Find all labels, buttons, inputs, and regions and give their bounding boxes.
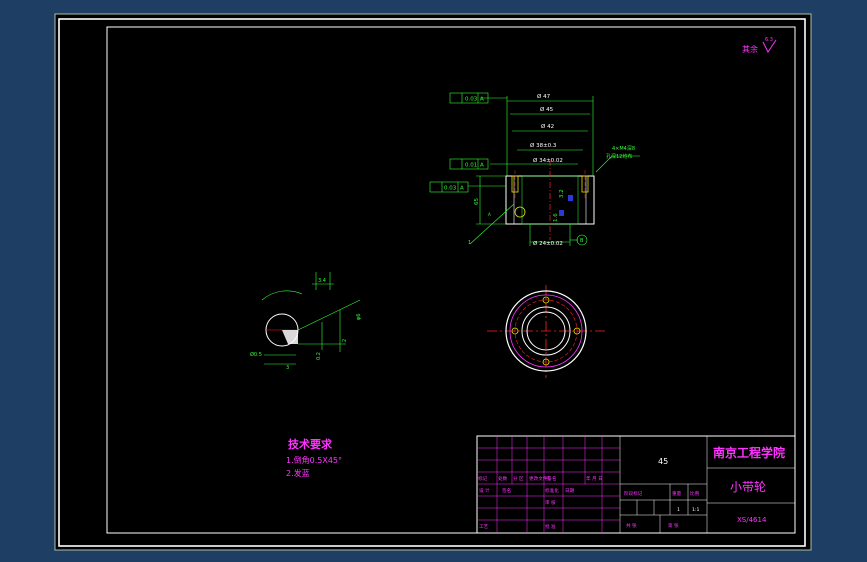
detail-d1: 3.4 [318, 278, 326, 284]
tb-sheets-total: 共 张 [626, 522, 637, 529]
perp-value: 0.01 [465, 163, 477, 169]
perp-datum: A [480, 163, 484, 169]
tb-part-name: 小带轮 [730, 480, 766, 494]
runout-left-datum: A [460, 186, 464, 192]
tb-scale-value: 1:1 [692, 507, 699, 513]
detail-d3: 2 [342, 339, 348, 342]
tb-weight: 重量 [672, 490, 682, 497]
tech-req-line-2: 2.发蓝 [286, 468, 310, 478]
tb-header-cell: 标记 [478, 475, 488, 482]
tb-signature: 签名 [502, 487, 511, 494]
tb-header-cell: 处数 [498, 475, 508, 482]
detail-d4: Ø0.5 [250, 351, 262, 358]
tb-designer: 设 计 [479, 487, 490, 494]
tb-school: 南京工程学院 [713, 445, 785, 460]
dim-v32: 3.2 [559, 189, 565, 198]
dim-d42: Ø 42 [541, 123, 554, 130]
detail-d6: 0.2 [316, 352, 322, 360]
datum-b-label: B [580, 238, 584, 244]
dim-height: 65 [474, 198, 480, 205]
tb-date: 日期 [565, 488, 575, 494]
tb-scale: 比例 [690, 490, 700, 497]
tb-approve: 批 准 [545, 523, 556, 530]
thread-note-2: 孔深12均布 [606, 153, 632, 160]
cad-drawing: 其余 6.3 0.03 A Ø 47 Ø 45 Ø 42 Ø 38±0.3 Ø … [54, 13, 812, 551]
thread-note-1: 4×M4深8 [612, 145, 635, 152]
tb-header-cell: 签 名 [546, 475, 557, 482]
tb-count: 1 [677, 507, 680, 513]
section-label: A [488, 212, 491, 217]
detail-d5: 3 [286, 365, 289, 371]
detail-d2: φ6 [356, 314, 362, 320]
tech-req-title: 技术要求 [288, 437, 333, 451]
runout-top-value: 0.03 [465, 97, 478, 103]
tb-sheet-no: 第 张 [668, 522, 679, 529]
surface-finish-value: 6.3 [765, 37, 773, 43]
drawing-sheet [54, 13, 812, 551]
dim-d34: Ø 34±0.02 [533, 157, 563, 164]
tb-material: 45 [658, 457, 668, 466]
runout-top-datum: A [480, 97, 484, 103]
item-number: 1 [468, 240, 471, 246]
dim-v16: 1.6 [553, 213, 559, 222]
tb-stage-mark: 阶段标记 [624, 490, 643, 497]
runout-left-value: 0.03 [444, 186, 457, 192]
tb-header-cell: 年 月 日 [586, 475, 603, 482]
tb-drawing-no: XS/4614 [737, 516, 767, 524]
tb-craft: 工艺 [479, 524, 489, 530]
surface-finish-label: 其余 [742, 44, 758, 54]
tb-standardize: 标准化 [545, 487, 559, 494]
tb-header-cell: 分 区 [513, 475, 524, 482]
dim-d45: Ø 45 [540, 106, 554, 113]
dim-d24: Ø 24±0.02 [533, 240, 563, 247]
dim-d47: Ø 47 [537, 93, 551, 100]
dim-d38: Ø 38±0.3 [530, 142, 557, 149]
tech-req-line-1: 1.倒角0.5X45° [286, 455, 342, 465]
tb-check: 审 核 [545, 499, 556, 506]
